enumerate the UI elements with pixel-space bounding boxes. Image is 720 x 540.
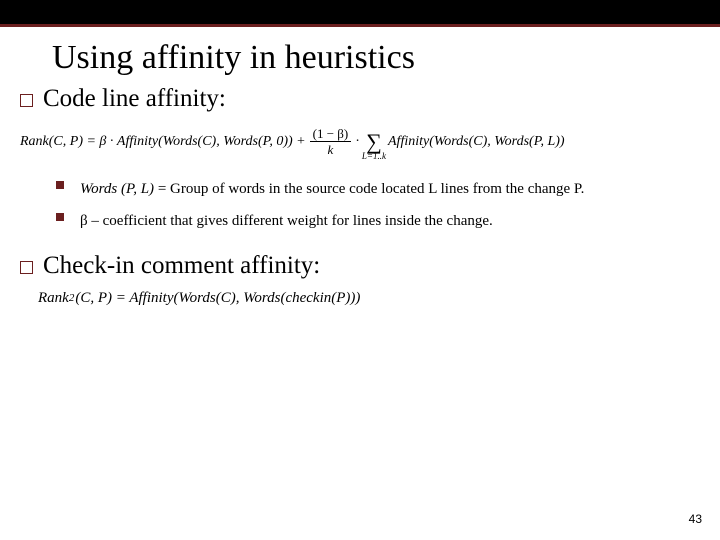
bullet-level1-checkin: Check-in comment affinity: — [20, 252, 720, 280]
bullet-level2-beta: β – coefficient that gives different wei… — [56, 207, 720, 236]
formula-lhs: Rank(C, P) = β · Affinity(Words(C), Word… — [20, 134, 306, 150]
bullet-italic-lead: Words (P, L) — [80, 181, 154, 197]
formula-dot: · — [355, 134, 360, 150]
formula-rhs: Affinity(Words(C), Words(P, L)) — [388, 134, 565, 150]
filled-square-icon — [56, 213, 64, 221]
formula-body: (C, P) = Affinity(Words(C), Words(checki… — [75, 290, 360, 307]
formula-pre: Rank — [38, 290, 69, 307]
section-heading: Code line affinity: — [43, 85, 226, 113]
formula-subscript: 2 — [69, 292, 75, 304]
slide-top-bar — [0, 0, 720, 27]
sum-lower-limit: L=1..k — [362, 152, 386, 161]
page-number: 43 — [689, 512, 702, 526]
section-heading: Check-in comment affinity: — [43, 252, 320, 280]
fraction-denominator: k — [328, 142, 334, 156]
bullet-rest: = Group of words in the source code loca… — [154, 181, 584, 197]
formula-rank1: Rank(C, P) = β · Affinity(Words(C), Word… — [20, 123, 720, 161]
bullet-rest: β – coefficient that gives different wei… — [80, 213, 493, 229]
bullet-text: β – coefficient that gives different wei… — [80, 207, 493, 236]
bullet-level2-words: Words (P, L) = Group of words in the sou… — [56, 175, 720, 204]
bullet-level1-code-line: Code line affinity: — [20, 85, 720, 113]
formula-fraction: (1 − β) k — [310, 127, 352, 156]
filled-square-icon — [56, 181, 64, 189]
formula-rank2: Rank2(C, P) = Affinity(Words(C), Words(c… — [38, 290, 720, 307]
fraction-numerator: (1 − β) — [310, 127, 352, 142]
slide-title: Using affinity in heuristics — [52, 39, 720, 77]
bullet-text: Words (P, L) = Group of words in the sou… — [80, 175, 584, 204]
hollow-square-icon — [20, 94, 33, 107]
hollow-square-icon — [20, 261, 33, 274]
summation-icon: ∑ L=1..k — [362, 123, 386, 161]
